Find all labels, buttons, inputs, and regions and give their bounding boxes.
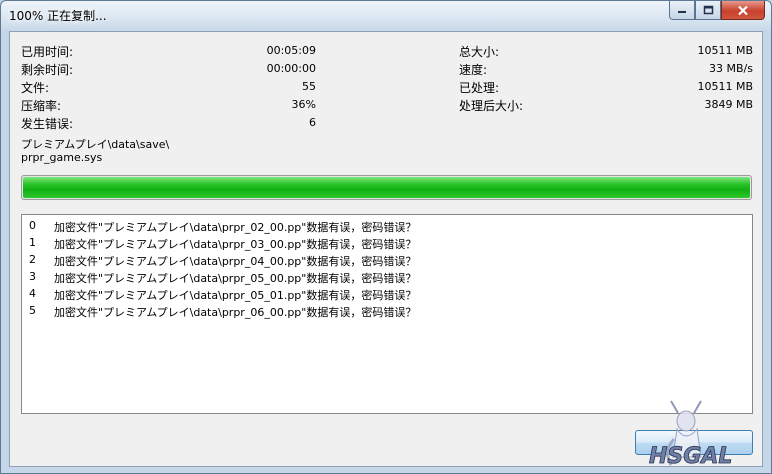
progress-bar [21,175,752,200]
remaining-time-label: 剩余时间: [21,63,74,77]
maximize-button[interactable] [695,1,721,20]
speed-label: 速度: [459,63,488,77]
total-size-label: 总大小: [459,45,500,59]
log-row-message: 加密文件"プレミアムプレイ\data\prpr_05_01.pp"数据有误，密码… [54,289,417,302]
log-row-index: 4 [29,287,36,300]
log-row-message: 加密文件"プレミアムプレイ\data\prpr_03_00.pp"数据有误，密码… [54,238,417,251]
log-row-index: 1 [29,236,36,249]
packed-size-label: 处理后大小: [459,99,524,113]
processed-value: 10511 MB [697,80,753,93]
hsgal-watermark-logo: HSGAL [649,400,733,469]
errors-count-label: 发生错误: [21,117,74,131]
window-title: 100% 正在复制... [9,9,107,23]
log-row-index: 2 [29,253,36,266]
current-folder-path: プレミアムプレイ\data\save\ [21,138,170,151]
minimize-icon [678,11,686,13]
packed-size-value: 3849 MB [704,98,753,111]
minimize-button[interactable] [669,1,695,20]
current-file-name: prpr_game.sys [21,151,103,164]
log-row-index: 5 [29,304,36,317]
log-row-message: 加密文件"プレミアムプレイ\data\prpr_02_00.pp"数据有误，密码… [54,221,417,234]
elapsed-time-label: 已用时间: [21,45,74,59]
progress-bar-fill [23,177,750,198]
processed-label: 已处理: [459,81,500,95]
log-row-index: 3 [29,270,36,283]
speed-value: 33 MB/s [709,62,753,75]
compression-ratio-value: 36% [291,98,316,111]
caption-buttons [669,1,765,21]
log-row-message: 加密文件"プレミアムプレイ\data\prpr_04_00.pp"数据有误，密码… [54,255,417,268]
remaining-time-value: 00:00:00 [266,62,316,75]
close-button[interactable] [721,1,765,20]
log-row-message: 加密文件"プレミアムプレイ\data\prpr_06_00.pp"数据有误，密码… [54,306,417,319]
error-log-list[interactable]: 0 加密文件"プレミアムプレイ\data\prpr_02_00.pp"数据有误，… [21,214,753,414]
title-bar[interactable]: 100% 正在复制... [1,1,771,31]
total-size-value: 10511 MB [697,44,753,57]
files-label: 文件: [21,81,50,95]
compression-ratio-label: 压缩率: [21,99,62,113]
log-row-index: 0 [29,219,36,232]
files-value: 55 [302,80,316,93]
copy-progress-window: 100% 正在复制... 已用时间: 00:05:09 剩余时间: 00:00:… [0,0,772,474]
errors-count-value: 6 [309,116,316,129]
maximize-icon [703,5,713,15]
svg-text:HSGAL: HSGAL [649,444,732,469]
log-row-message: 加密文件"プレミアムプレイ\data\prpr_05_00.pp"数据有误，密码… [54,272,417,285]
elapsed-time-value: 00:05:09 [266,44,316,57]
close-icon [738,5,748,15]
